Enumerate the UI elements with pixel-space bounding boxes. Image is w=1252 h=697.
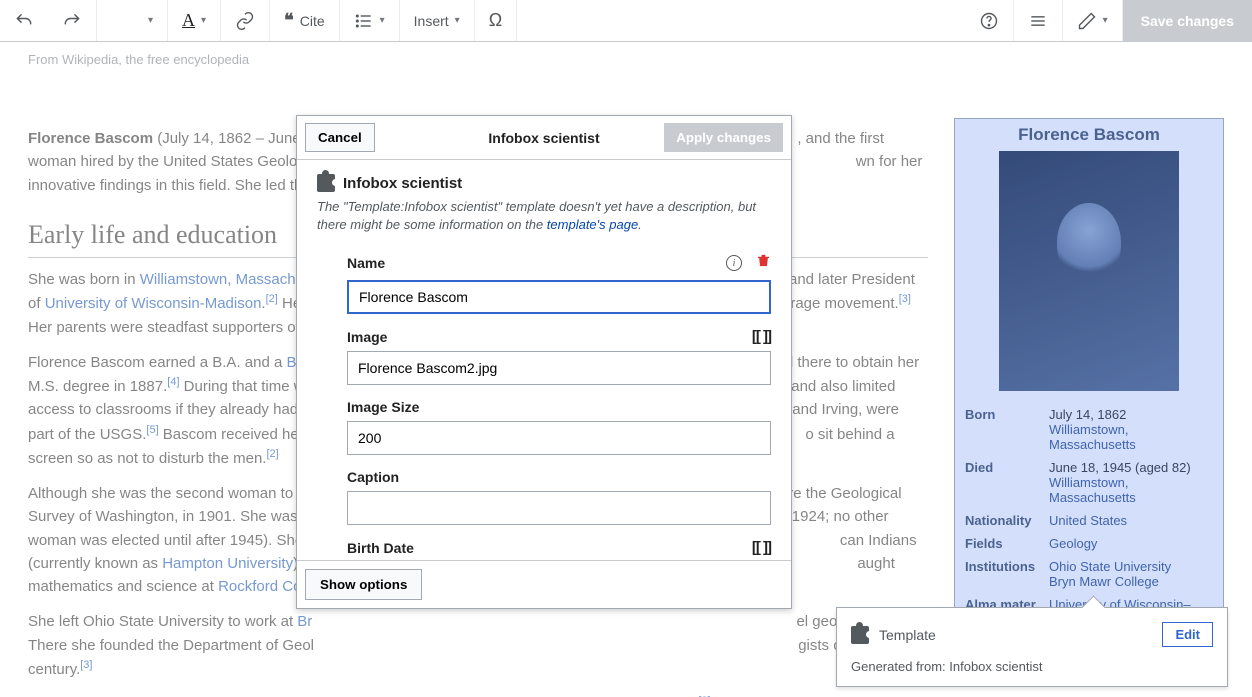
text-style-dropdown[interactable]: A ▾ — [168, 0, 220, 41]
redo-icon — [62, 11, 82, 31]
chevron-down-icon: ▾ — [148, 15, 153, 26]
infobox-row: Nationality United States — [965, 509, 1213, 532]
infobox-photo — [999, 151, 1179, 391]
link-button[interactable] — [221, 0, 269, 41]
link-williamstown[interactable]: Williamstown, Massachus — [140, 271, 312, 288]
template-icon — [317, 174, 335, 192]
infobox-row: Fields Geology — [965, 532, 1213, 555]
templates-page-link[interactable]: template's page — [547, 217, 638, 232]
infobox-row-value: United States — [1049, 513, 1127, 528]
omega-icon: Ω — [489, 10, 502, 31]
infobox-row-value: July 14, 1862Williamstown, Massachusetts — [1049, 407, 1213, 452]
field-label-name: Name — [347, 255, 385, 271]
cancel-button[interactable]: Cancel — [305, 123, 375, 152]
wikitext-icon[interactable]: [[ ]] — [752, 328, 771, 345]
link-icon — [235, 11, 255, 31]
trash-icon[interactable] — [756, 252, 771, 274]
link-uw-madison[interactable]: University of Wisconsin-Madison — [45, 295, 262, 312]
infobox-row: Institutions Ohio State UniversityBryn Ma… — [965, 555, 1213, 593]
wiki-subtitle: From Wikipedia, the free encyclopedia — [28, 52, 1224, 67]
chevron-down-icon: ▾ — [201, 15, 206, 26]
pencil-icon — [1077, 11, 1097, 31]
list-icon — [354, 11, 374, 31]
chevron-down-icon: ▾ — [455, 15, 460, 26]
insert-dropdown[interactable]: Insert ▾ — [400, 0, 474, 41]
special-char-button[interactable]: Ω — [475, 0, 516, 41]
image-field[interactable] — [347, 351, 771, 385]
infobox-row-label: Died — [965, 460, 1041, 475]
infobox-row-value: June 18, 1945 (aged 82)Williamstown, Mas… — [1049, 460, 1213, 505]
template-popup-label: Template — [879, 627, 936, 643]
editor-toolbar: ▾ A ▾ ❝ Cite ▾ Insert ▾ Ω — [0, 0, 1252, 42]
cite-button[interactable]: ❝ Cite — [270, 0, 339, 41]
field-label-birth-date: Birth Date — [347, 540, 414, 556]
list-dropdown[interactable]: ▾ — [340, 0, 399, 41]
save-label: Save changes — [1141, 13, 1234, 29]
infobox-row-value: Geology — [1049, 536, 1097, 551]
infobox-row: Died June 18, 1945 (aged 82)Williamstown,… — [965, 456, 1213, 509]
help-icon — [979, 11, 999, 31]
field-label-caption: Caption — [347, 469, 399, 485]
infobox-row-value: Ohio State UniversityBryn Mawr College — [1049, 559, 1171, 589]
infobox-scientist[interactable]: Florence Bascom Born July 14, 1862William… — [954, 118, 1224, 655]
paragraph: She left Ohio State University to work a… — [28, 610, 928, 681]
template-context-popup: Template Edit Generated from: Infobox sc… — [836, 607, 1228, 687]
caption-field[interactable] — [347, 491, 771, 525]
insert-label: Insert — [414, 13, 449, 29]
text-style-icon: A — [182, 10, 195, 31]
help-button[interactable] — [965, 0, 1013, 41]
redo-button[interactable] — [48, 0, 96, 41]
info-icon[interactable]: i — [726, 255, 742, 271]
template-generated-from: Generated from: Infobox scientist — [851, 659, 1213, 674]
chevron-down-icon: ▾ — [380, 15, 385, 26]
field-label-image-size: Image Size — [347, 399, 419, 415]
template-editor-dialog: Cancel Infobox scientist Apply changes I… — [296, 115, 792, 609]
chevron-down-icon: ▾ — [1103, 15, 1108, 26]
undo-icon — [14, 11, 34, 31]
name-field[interactable] — [347, 280, 771, 314]
template-icon — [851, 626, 869, 644]
infobox-title: Florence Bascom — [955, 119, 1223, 151]
paragraph: Bascom retired from teaching in 1928 but… — [28, 693, 928, 697]
template-description: The "Template:Infobox scientist" templat… — [317, 198, 771, 234]
undo-button[interactable] — [0, 0, 48, 41]
infobox-row: Born July 14, 1862Williamstown, Massachus… — [965, 403, 1213, 456]
hamburger-icon — [1028, 11, 1048, 31]
page-options-button[interactable] — [1014, 0, 1062, 41]
show-options-button[interactable]: Show options — [305, 569, 422, 600]
infobox-row-label: Institutions — [965, 559, 1041, 574]
infobox-row-label: Nationality — [965, 513, 1041, 528]
save-changes-button[interactable]: Save changes — [1123, 0, 1252, 41]
paragraph-format-dropdown[interactable]: ▾ — [97, 0, 167, 41]
template-name-heading: Infobox scientist — [343, 175, 462, 192]
image-size-field[interactable] — [347, 421, 771, 455]
quote-icon: ❝ — [284, 10, 294, 31]
apply-changes-button[interactable]: Apply changes — [664, 123, 783, 152]
cite-label: Cite — [300, 13, 325, 29]
link-hampton[interactable]: Hampton University — [162, 555, 293, 572]
infobox-row-label: Born — [965, 407, 1041, 422]
edit-template-button[interactable]: Edit — [1162, 622, 1213, 647]
wikitext-icon[interactable]: [[ ]] — [752, 539, 771, 556]
field-label-image: Image — [347, 329, 387, 345]
infobox-row-label: Fields — [965, 536, 1041, 551]
edit-mode-dropdown[interactable]: ▾ — [1063, 0, 1122, 41]
